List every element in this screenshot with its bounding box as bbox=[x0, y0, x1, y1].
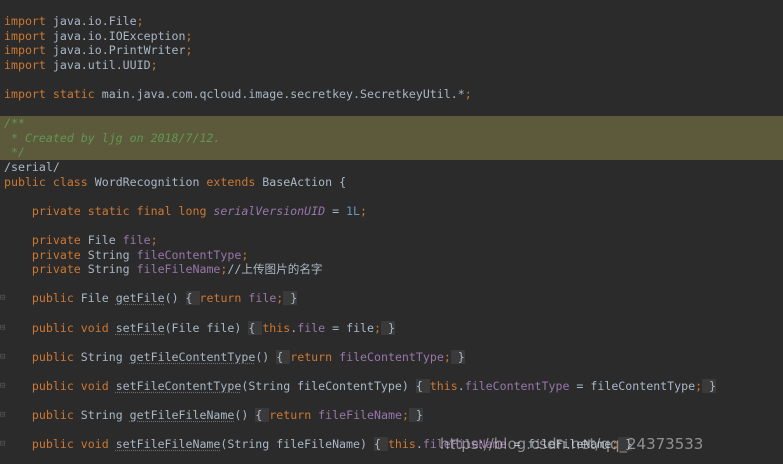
class-declaration: public class WordRecognition extends Bas… bbox=[4, 174, 347, 189]
fold-icon[interactable]: ⊟ bbox=[0, 321, 5, 336]
code-line: import static main.java.com.qcloud.image… bbox=[4, 87, 472, 101]
doc-comment-open: /** bbox=[0, 116, 783, 131]
method-declaration: ⊟ public String getFileContentType() { r… bbox=[0, 349, 465, 365]
method-declaration: ⊟ public File getFile() { return file; } bbox=[0, 291, 298, 306]
fold-icon[interactable]: ⊟ bbox=[0, 291, 5, 306]
code-line: import java.io.File; bbox=[4, 14, 144, 28]
code-line: import java.util.UUID; bbox=[4, 57, 158, 72]
method-declaration: ⊟ public void setFileFileName(String fil… bbox=[0, 437, 633, 452]
fold-icon[interactable]: ⊟ bbox=[0, 408, 5, 423]
code-line: import java.io.PrintWriter; bbox=[4, 43, 193, 58]
code-line: private static final long serialVersionU… bbox=[31, 203, 367, 218]
fold-icon[interactable]: ⊟ bbox=[0, 379, 5, 394]
method-declaration: ⊟ public void setFile(File file) { this.… bbox=[0, 320, 395, 336]
doc-comment-close: */ bbox=[0, 145, 783, 160]
method-declaration: ⊟ public void setFileContentType(String … bbox=[0, 379, 717, 394]
method-declaration: ⊟ public String getFileFileName() { retu… bbox=[0, 408, 423, 423]
field-declaration: private String fileContentType; bbox=[31, 247, 249, 262]
field-declaration: private File file; bbox=[31, 233, 158, 247]
code-line: import java.io.IOException; bbox=[4, 28, 193, 43]
fold-icon[interactable]: ⊟ bbox=[0, 437, 5, 452]
doc-comment-body: * Created by ljg on 2018/7/12. bbox=[0, 130, 783, 146]
field-declaration: private String fileFileName;//上传图片的名字 bbox=[31, 262, 323, 277]
code-editor[interactable]: import java.io.File; import java.io.IOEx… bbox=[0, 0, 783, 464]
serial-tag: /serial/ bbox=[4, 160, 60, 174]
fold-icon[interactable]: ⊟ bbox=[0, 350, 5, 365]
